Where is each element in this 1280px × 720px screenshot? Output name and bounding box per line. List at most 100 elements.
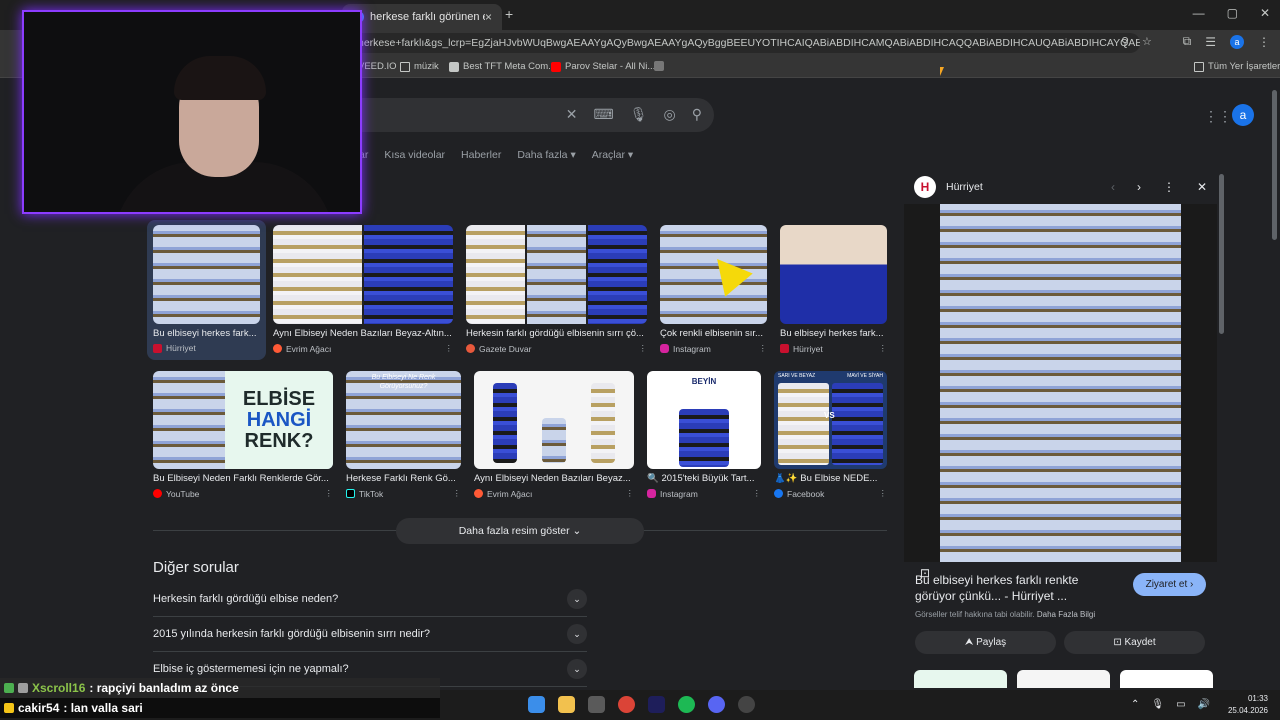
bookmark-veed[interactable]: VEED.IO — [358, 61, 397, 72]
discord-icon[interactable] — [708, 696, 725, 713]
more-options-icon[interactable]: ⋮ — [325, 488, 334, 499]
microphone-icon[interactable]: 🎙 — [630, 106, 648, 123]
volume-icon[interactable]: 🔊 — [1198, 699, 1210, 710]
chrome-icon[interactable] — [618, 696, 635, 713]
extensions-icon[interactable]: ⧉ — [1183, 34, 1192, 49]
more-options-icon[interactable]: ⋮ — [445, 343, 454, 354]
address-bar[interactable]: herkese+farklı&gs_lcrp=EgZjaHJvbWUqBwgAE… — [330, 33, 1140, 53]
more-images-button[interactable]: Daha fazla resim göster ⌄ — [396, 518, 644, 544]
chevron-down-icon[interactable]: ⌄ — [567, 659, 587, 679]
premiere-icon[interactable] — [648, 696, 665, 713]
microphone-icon[interactable]: 🎙 — [1151, 699, 1164, 710]
beyin-logo-text: BEYİN — [691, 377, 717, 386]
image-result[interactable]: Bu elbiseyi herkes fark... Hürriyet — [153, 225, 260, 353]
profile-avatar[interactable]: a — [1230, 34, 1244, 49]
more-options-icon[interactable]: ⋮ — [453, 488, 462, 499]
bookmark-tft[interactable]: Best TFT Meta Com... — [449, 61, 556, 72]
learn-more-link[interactable]: Daha Fazla Bilgi — [1037, 610, 1095, 619]
tab-current[interactable]: herkese farklı görünen elbise - × — [342, 4, 502, 30]
google-avatar[interactable]: a — [1232, 104, 1254, 126]
location-icon[interactable]: ⚲ — [1121, 35, 1129, 48]
bookmark-parov[interactable]: Parov Stelar - All Ni... — [551, 61, 655, 72]
image-result[interactable]: Herkesin farklı gördüğü elbisenin sırrı … — [466, 225, 647, 354]
chat-text: : lan valla sari — [63, 701, 143, 715]
image-result[interactable]: Aynı Elbiseyi Neden Bazıları Beyaz-Altın… — [273, 225, 453, 354]
image-thumbnail: BEYİN — [647, 371, 761, 469]
filter-news[interactable]: Haberler — [461, 149, 501, 161]
close-icon[interactable]: ✕ — [1197, 180, 1207, 194]
chat-text: : rapçiyi banladım az önce — [89, 681, 239, 695]
panel-scrollbar[interactable] — [1219, 174, 1224, 334]
more-options-icon[interactable]: ⋮ — [639, 343, 648, 354]
more-options-icon[interactable]: ⋮ — [1163, 180, 1175, 194]
panel-title[interactable]: Bu elbiseyi herkes farklı renkte görüyor… — [915, 572, 1115, 604]
save-button[interactable]: ⊡ Kaydet — [1064, 631, 1205, 654]
image-source: Evrim Ağacı ⋮ — [273, 343, 453, 354]
google-apps-icon[interactable]: ⋮⋮ — [1204, 108, 1232, 125]
more-options-icon[interactable]: ⋮ — [759, 343, 768, 354]
visit-button[interactable]: Ziyaret et › — [1133, 573, 1206, 596]
image-thumbnail: ELBİSE HANGİ RENK? — [153, 371, 333, 469]
panel-header: H Hürriyet ‹ › ⋮ ✕ — [904, 170, 1217, 204]
tab-close-icon[interactable]: × — [485, 10, 492, 24]
search-input[interactable]: ✕ ⌨ 🎙 ◎ ⚲ — [330, 98, 714, 132]
faq-item[interactable]: 2015 yılında herkesin farklı gördüğü elb… — [153, 617, 587, 652]
image-result[interactable]: ELBİSE HANGİ RENK? Bu Elbiseyi Neden Far… — [153, 371, 333, 499]
chevron-down-icon[interactable]: ⌄ — [567, 589, 587, 609]
related-thumb[interactable] — [1017, 670, 1110, 688]
faq-item[interactable]: Herkesin farklı gördüğü elbise neden? ⌄ — [153, 582, 587, 617]
obs-icon[interactable] — [738, 696, 755, 713]
filter-short-videos[interactable]: Kısa videolar — [384, 149, 445, 161]
image-result[interactable]: SARI VE BEYAZ MAVİ VE SİYAH VS 👗✨ Bu Elb… — [774, 371, 887, 499]
image-result[interactable]: Aynı Elbiseyi Neden Bazıları Beyaz... Ev… — [474, 371, 634, 499]
source-label: Facebook — [787, 488, 825, 499]
bookmark-star-icon[interactable]: ☆ — [1142, 35, 1152, 48]
chevron-down-icon[interactable]: ⌄ — [567, 624, 587, 644]
image-result[interactable]: Bu Elbiseyi Ne Renk Görüyorsunuz? Herkes… — [346, 371, 461, 499]
previous-icon[interactable]: ‹ — [1111, 180, 1115, 194]
close-window-button[interactable]: ✕ — [1260, 6, 1270, 20]
panel-source[interactable]: Hürriyet — [946, 181, 983, 193]
related-thumb[interactable] — [1120, 670, 1213, 688]
network-icon[interactable]: ▭ — [1176, 699, 1185, 710]
store-icon[interactable] — [588, 696, 605, 713]
lens-icon[interactable]: ◎ — [664, 106, 676, 123]
clock-date: 25.04.2026 — [1227, 706, 1268, 715]
file-explorer-icon[interactable] — [558, 696, 575, 713]
maximize-button[interactable]: ▢ — [1227, 6, 1238, 20]
filter-tools[interactable]: Araçlar ▾ — [592, 149, 633, 161]
more-options-icon[interactable]: ⋮ — [753, 488, 762, 499]
preview-image[interactable]: ⊡ — [904, 204, 1217, 580]
bookmark-muzik[interactable]: müzik — [400, 61, 439, 72]
more-options-icon[interactable]: ⋮ — [879, 343, 888, 354]
next-icon[interactable]: › — [1137, 180, 1141, 194]
search-icon[interactable]: ⚲ — [692, 106, 702, 123]
related-thumb[interactable] — [914, 670, 1007, 688]
more-options-icon[interactable]: ⋮ — [626, 488, 635, 499]
reading-list-icon[interactable]: ☰ — [1205, 35, 1216, 49]
clear-icon[interactable]: ✕ — [566, 106, 578, 123]
image-result[interactable]: Bu elbiseyi herkes fark... Hürriyet ⋮ — [780, 225, 887, 354]
chevron-up-icon[interactable]: ⌃ — [1131, 699, 1139, 710]
more-options-icon[interactable]: ⋮ — [879, 488, 888, 499]
bookmark-label: VEED.IO — [358, 61, 397, 72]
page-scrollbar[interactable] — [1272, 90, 1277, 240]
keyboard-icon[interactable]: ⌨ — [594, 106, 614, 123]
menu-kebab-icon[interactable]: ⋮ — [1258, 35, 1270, 49]
clock[interactable]: 01:33 25.04.2026 — [1228, 693, 1268, 717]
search-filters: Videolar Kısa videolar Haberler Daha faz… — [330, 149, 633, 161]
bookmark-extra[interactable] — [654, 61, 664, 71]
spotify-icon[interactable] — [678, 696, 695, 713]
all-bookmarks[interactable]: Tüm Yer İşaretleri — [1194, 61, 1280, 72]
windows-start-icon[interactable] — [528, 696, 545, 713]
instagram-icon — [660, 344, 669, 353]
image-caption: Bu elbiseyi herkes fark... — [780, 328, 884, 339]
share-button[interactable]: ⮝ Paylaş — [915, 631, 1056, 654]
filter-more[interactable]: Daha fazla ▾ — [517, 149, 575, 161]
image-result[interactable]: BEYİN 🔍 2015'teki Büyük Tart... Instagra… — [647, 371, 761, 499]
minimize-button[interactable]: — — [1193, 6, 1205, 20]
new-tab-button[interactable]: + — [505, 6, 513, 22]
folder-icon — [400, 61, 410, 72]
image-result[interactable]: Çok renkli elbisenin sır... Instagram ⋮ — [660, 225, 767, 354]
copyright-note: Görseller telif hakkına tabi olabilir. D… — [915, 610, 1096, 619]
